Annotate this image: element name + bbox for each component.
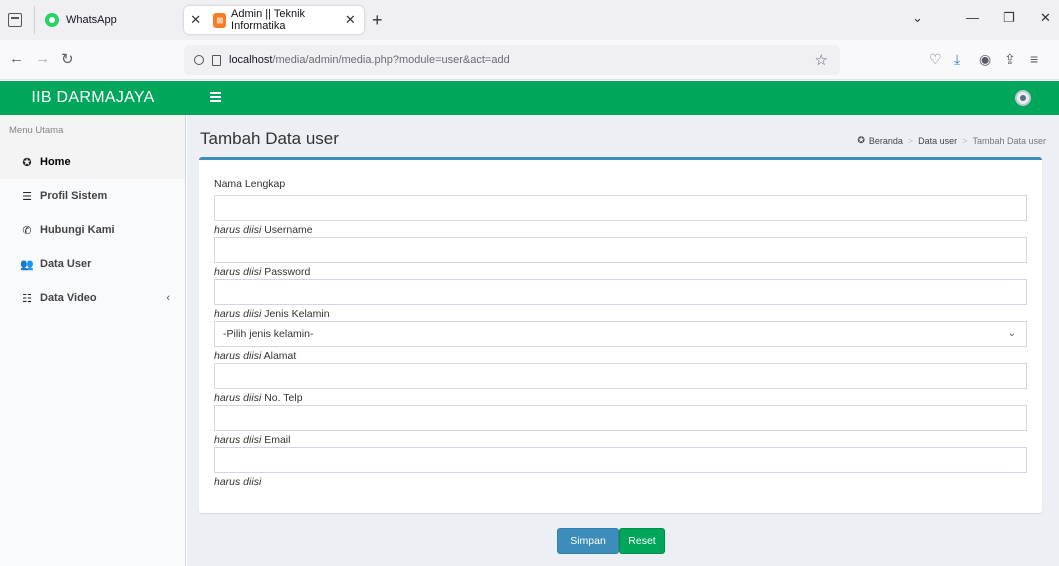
sidebar-item-label: Data Video bbox=[40, 292, 97, 304]
required-note: harus diisi bbox=[214, 476, 262, 488]
sidebar-item-profil-sistem[interactable]: ☰ Profil Sistem bbox=[0, 179, 185, 213]
sidebar-item-data-user[interactable]: 👥 Data User bbox=[0, 247, 185, 281]
reset-button[interactable]: Reset bbox=[619, 528, 665, 554]
breadcrumb-separator: > bbox=[962, 135, 968, 146]
breadcrumb-link-data-user[interactable]: Data user bbox=[918, 136, 957, 146]
required-note: harus diisi bbox=[214, 392, 262, 404]
sidebar-item-data-video[interactable]: ☷ Data Video ‹ bbox=[0, 281, 185, 315]
sidebar-item-hubungi-kami[interactable]: ✆ Hubungi Kami bbox=[0, 213, 185, 247]
required-note: harus diisi bbox=[214, 266, 262, 278]
breadcrumb-separator: > bbox=[907, 135, 914, 146]
bookmark-star-icon[interactable]: ☆ bbox=[815, 51, 828, 69]
label-no-telp: harus diisi No. Telp bbox=[214, 392, 303, 404]
label-password: harus diisi Password bbox=[214, 266, 311, 278]
password-input[interactable] bbox=[214, 279, 1027, 305]
close-window-button[interactable]: ✕ bbox=[1040, 10, 1051, 26]
forward-button[interactable]: → bbox=[35, 50, 50, 67]
sidebar-toggle-icon[interactable] bbox=[8, 13, 22, 27]
label-username: harus diisi Username bbox=[214, 224, 313, 236]
tab-label: WhatsApp bbox=[66, 14, 117, 26]
brand-logo[interactable]: IIB DARMAJAYA bbox=[0, 81, 186, 115]
download-icon[interactable]: ⤓ bbox=[954, 51, 960, 68]
tab-whatsapp[interactable]: WhatsApp bbox=[34, 6, 176, 34]
new-tab-button[interactable]: + bbox=[372, 10, 383, 30]
sidebar-toggle-button[interactable] bbox=[210, 92, 221, 102]
close-tab-icon[interactable]: ✕ bbox=[343, 12, 358, 28]
breadcrumb-link-beranda[interactable]: Beranda bbox=[869, 136, 903, 146]
sidebar: Menu Utama ✪ Home ☰ Profil Sistem ✆ Hubu… bbox=[0, 115, 186, 566]
list-icon: ☰ bbox=[22, 190, 32, 203]
label-jenis-kelamin: harus diisi Jenis Kelamin bbox=[214, 308, 330, 320]
email-input[interactable] bbox=[214, 447, 1027, 473]
label-email: harus diisi Email bbox=[214, 434, 291, 446]
select-value: -Pilih jenis kelamin- bbox=[223, 328, 314, 340]
tab-admin[interactable]: ✕ ⊠ Admin || Teknik Informatika ✕ bbox=[184, 6, 364, 34]
restore-button[interactable]: ❐ bbox=[1003, 10, 1015, 26]
required-note: harus diisi bbox=[214, 350, 262, 362]
sidebar-item-label: Home bbox=[40, 156, 71, 168]
url-host: localhost bbox=[229, 54, 273, 66]
chevron-down-icon: ⌄ bbox=[1007, 328, 1016, 339]
tracking-shield-icon[interactable] bbox=[194, 55, 204, 65]
required-note: harus diisi bbox=[214, 224, 262, 236]
sidebar-item-label: Data User bbox=[40, 258, 92, 270]
account-icon[interactable]: ◉ bbox=[979, 51, 991, 68]
nama-lengkap-input[interactable] bbox=[214, 195, 1027, 221]
url-path: /media/admin/media.php?module=user&act=a… bbox=[272, 54, 510, 66]
required-note: harus diisi bbox=[214, 434, 262, 446]
tab-list-icon[interactable]: ⌄ bbox=[912, 10, 923, 26]
username-input[interactable] bbox=[214, 237, 1027, 263]
database-icon: ☷ bbox=[22, 292, 32, 305]
sidebar-item-label: Profil Sistem bbox=[40, 190, 108, 202]
app-header: IIB DARMAJAYA bbox=[0, 81, 1059, 115]
sidebar-item-label: Hubungi Kami bbox=[40, 224, 115, 236]
required-note: harus diisi bbox=[214, 308, 262, 320]
browser-nav-bar: ← → ↻ localhost /media/admin/media.php?m… bbox=[0, 40, 1059, 80]
save-button[interactable]: Simpan bbox=[557, 528, 619, 554]
menu-icon[interactable]: ≡ bbox=[1030, 51, 1038, 67]
pocket-icon[interactable]: ♡ bbox=[929, 51, 942, 68]
xampp-icon: ⊠ bbox=[213, 12, 227, 28]
breadcrumb-current: Tambah Data user bbox=[972, 135, 1046, 146]
form-box: Nama Lengkap harus diisi Username harus … bbox=[199, 157, 1042, 513]
no-telp-input[interactable] bbox=[214, 405, 1027, 431]
main-content: Tambah Data user ✪ Beranda > Data user >… bbox=[187, 115, 1059, 566]
sidebar-section-title: Menu Utama bbox=[0, 115, 185, 145]
minimize-button[interactable]: — bbox=[966, 10, 979, 25]
label-nama-lengkap: Nama Lengkap bbox=[214, 178, 286, 190]
share-icon[interactable]: ⇪ bbox=[1004, 51, 1016, 68]
dashboard-icon: ✪ bbox=[857, 135, 865, 145]
page-info-icon[interactable] bbox=[212, 54, 221, 66]
chevron-left-icon: ‹ bbox=[166, 292, 170, 304]
address-bar[interactable]: localhost /media/admin/media.php?module=… bbox=[184, 45, 840, 75]
dashboard-icon: ✪ bbox=[22, 156, 32, 169]
alamat-input[interactable] bbox=[214, 363, 1027, 389]
label-alamat: harus diisi Alamat bbox=[214, 350, 297, 362]
label-trailing-required: harus diisi bbox=[214, 476, 261, 488]
user-avatar[interactable] bbox=[1015, 90, 1031, 106]
phone-icon: ✆ bbox=[22, 224, 32, 237]
back-button[interactable]: ← bbox=[9, 50, 24, 67]
sidebar-item-home[interactable]: ✪ Home bbox=[0, 145, 185, 179]
users-icon: 👥 bbox=[20, 258, 34, 271]
close-tab-icon[interactable]: ✕ bbox=[188, 12, 203, 28]
reload-button[interactable]: ↻ bbox=[61, 50, 74, 68]
whatsapp-icon bbox=[45, 13, 59, 27]
breadcrumb: ✪ Beranda > Data user > Tambah Data user bbox=[857, 135, 1046, 146]
browser-tab-bar: WhatsApp ✕ ⊠ Admin || Teknik Informatika… bbox=[0, 0, 1059, 40]
tab-label: Admin || Teknik Informatika bbox=[231, 8, 306, 32]
jenis-kelamin-select[interactable]: -Pilih jenis kelamin- ⌄ bbox=[214, 321, 1027, 347]
page-title: Tambah Data user bbox=[200, 129, 339, 148]
